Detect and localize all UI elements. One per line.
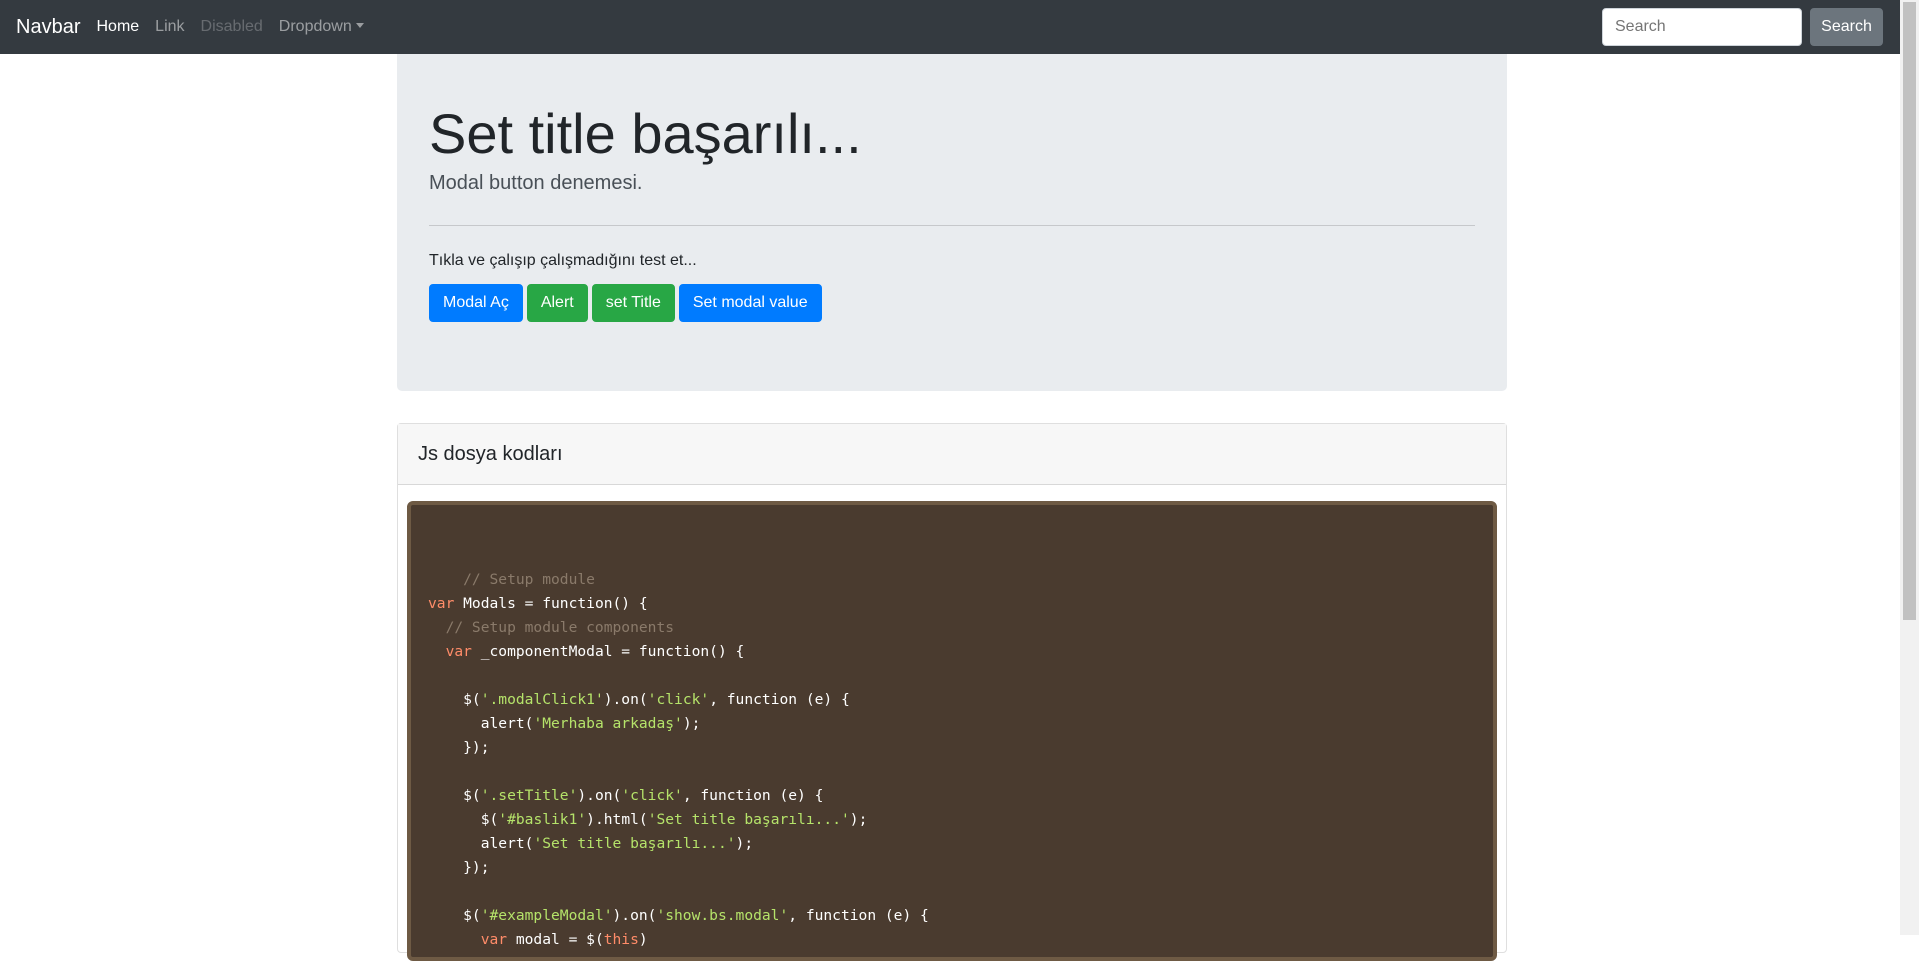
card-header: Js dosya kodları bbox=[398, 424, 1506, 485]
top-navbar: Navbar Home Link Disabled Dropdown Searc… bbox=[0, 0, 1900, 54]
code-line: var _componentModal = function() { bbox=[445, 643, 745, 660]
jumbotron: Set title başarılı... Modal button denem… bbox=[397, 54, 1507, 391]
code-line: // Setup module components bbox=[428, 619, 675, 636]
code-line: var modal = $(this) bbox=[480, 931, 648, 948]
nav-link-disabled: Disabled bbox=[200, 18, 263, 35]
navbar-brand[interactable]: Navbar bbox=[16, 16, 80, 39]
code-line: alert('Set title başarılı...'); bbox=[428, 835, 754, 852]
alert-button[interactable]: Alert bbox=[526, 284, 588, 323]
code-block: // Setup module var Modals = function() … bbox=[407, 501, 1497, 961]
code-content: // Setup module var Modals = function() … bbox=[411, 505, 1493, 952]
nav-link-link[interactable]: Link bbox=[147, 18, 192, 36]
code-line: // Setup module bbox=[428, 571, 595, 588]
code-line: }); bbox=[463, 859, 490, 876]
search-input[interactable] bbox=[1602, 8, 1802, 46]
button-row: Modal Aç Alert set Title Set modal value bbox=[429, 284, 1475, 323]
search-button[interactable]: Search bbox=[1810, 8, 1883, 46]
instruction-text: Tıkla ve çalışıp çalışmadığını test et..… bbox=[429, 252, 697, 270]
code-line: var Modals = function() { bbox=[428, 595, 648, 612]
code-line: $('.modalClick1').on('click', function (… bbox=[428, 691, 850, 708]
card-title: Js dosya kodları bbox=[418, 442, 563, 465]
divider bbox=[429, 225, 1475, 227]
caret-down-icon bbox=[355, 23, 364, 28]
nav-link-home[interactable]: Home bbox=[88, 18, 147, 36]
code-line: alert('Merhaba arkadaş'); bbox=[428, 715, 701, 732]
code-line: }); bbox=[463, 739, 490, 756]
open-modal-button[interactable]: Modal Aç bbox=[429, 284, 523, 323]
nav-dropdown[interactable]: Dropdown bbox=[271, 18, 372, 36]
page-title: Set title başarılı... bbox=[429, 102, 862, 165]
code-line: $('.setTitle').on('click', function (e) … bbox=[428, 787, 824, 804]
search-form: Search bbox=[1602, 8, 1883, 46]
code-card: Js dosya kodları // Setup module var Mod… bbox=[397, 423, 1507, 961]
set-title-button[interactable]: set Title bbox=[591, 284, 675, 323]
nav-dropdown-label: Dropdown bbox=[278, 18, 352, 35]
code-line: $('#baslik1').html('Set title başarılı..… bbox=[428, 811, 868, 828]
code-line: $('#exampleModal').on('show.bs.modal', f… bbox=[428, 907, 929, 924]
set-modal-value-button[interactable]: Set modal value bbox=[678, 284, 822, 323]
lead-text: Modal button denemesi. bbox=[429, 172, 643, 195]
scrollbar-thumb[interactable] bbox=[1903, 2, 1916, 620]
page-scrollbar[interactable] bbox=[1900, 0, 1919, 935]
